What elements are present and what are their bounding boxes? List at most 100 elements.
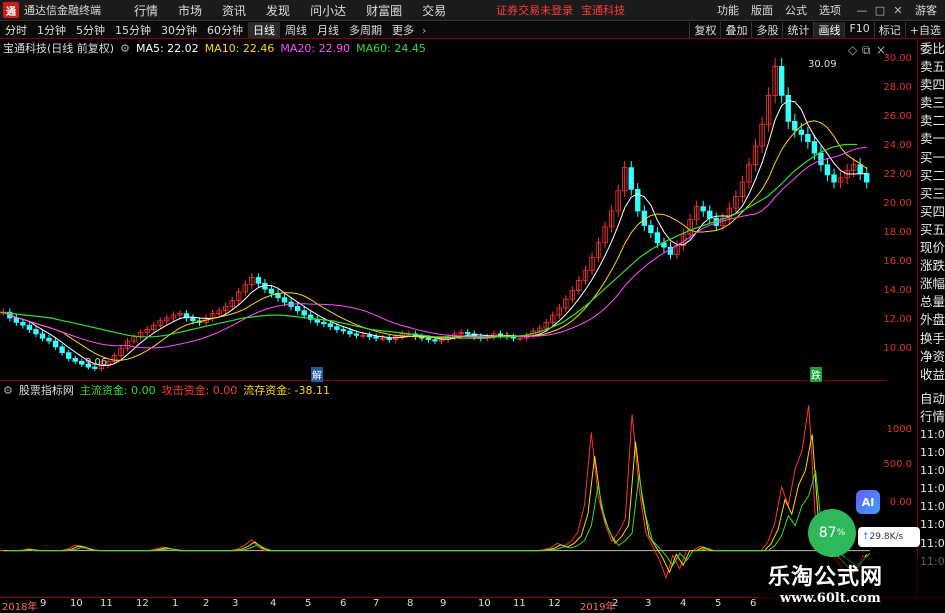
sidebar-label[interactable]: 净资: [918, 348, 945, 366]
tool-mark[interactable]: 标记: [873, 22, 905, 38]
minimize-icon[interactable]: —: [853, 4, 871, 17]
price-tick: 16.00: [883, 256, 912, 267]
tab-1min[interactable]: 1分钟: [32, 22, 71, 38]
sidebar-label[interactable]: 卖三: [918, 94, 945, 112]
price-tick: 12.00: [883, 314, 912, 325]
menu-discover[interactable]: 发现: [256, 2, 300, 19]
main-fund-line: [6, 470, 871, 567]
candle-body: [39, 333, 46, 339]
price-panel[interactable]: 宝通科技(日线 前复权) ⚙ MA5: 22.02 MA10: 22.46 MA…: [0, 40, 887, 382]
sidebar-label[interactable]: 现价: [918, 239, 945, 257]
tool-add-watchlist[interactable]: +自选: [904, 22, 945, 38]
sidebar-label[interactable]: 卖四: [918, 76, 945, 94]
indicator-panel[interactable]: ⚙ 股票指标网 主流资金: 0.00 攻击资金: 0.00 流存资金: -38.…: [0, 382, 887, 597]
menu-functions[interactable]: 功能: [711, 2, 745, 18]
tab-5min[interactable]: 5分钟: [71, 22, 110, 38]
sidebar-label[interactable]: 自动: [918, 390, 945, 408]
title-stock-name: 宝通科技: [581, 4, 626, 17]
sidebar-label[interactable]: 买一: [918, 149, 945, 167]
sidebar-label[interactable]: 买五: [918, 221, 945, 239]
trade-time: 11:02: [920, 500, 945, 514]
trade-time: 11:01: [920, 464, 945, 478]
tool-statistics[interactable]: 统计: [782, 22, 813, 38]
time-tick: 2: [203, 598, 210, 609]
performance-gauge[interactable]: 87%: [808, 509, 856, 557]
candle-body: [779, 66, 785, 96]
sidebar-label[interactable]: 收益: [918, 366, 945, 384]
sidebar-label[interactable]: 卖二: [918, 112, 945, 130]
menu-options[interactable]: 选项: [813, 2, 847, 18]
time-tick: 10: [478, 598, 491, 609]
sidebar-label[interactable]: 外盘: [918, 311, 945, 329]
price-tick: 24.00: [883, 140, 912, 151]
sidebar-label[interactable]: 总量: [918, 293, 945, 311]
menu-layout[interactable]: 版面: [745, 2, 779, 18]
candle-body: [190, 317, 196, 322]
chevron-right-icon[interactable]: ›: [419, 24, 429, 37]
tab-30min[interactable]: 30分钟: [156, 22, 202, 38]
menu-quotes[interactable]: 行情: [124, 2, 168, 19]
candle-body: [373, 336, 379, 339]
sidebar-label[interactable]: 买二: [918, 167, 945, 185]
time-tick: 8: [407, 598, 414, 609]
sidebar-label[interactable]: 委比: [918, 40, 945, 58]
candle-body: [432, 339, 438, 342]
menu-trade[interactable]: 交易: [412, 2, 456, 19]
menu-market[interactable]: 市场: [168, 2, 212, 19]
marker-unlock[interactable]: 解: [311, 367, 323, 382]
menu-news[interactable]: 资讯: [212, 2, 256, 19]
tab-more[interactable]: 更多: [387, 22, 419, 38]
marker-drop[interactable]: 跌: [810, 367, 822, 382]
candle-body: [72, 358, 78, 362]
candle-body: [635, 188, 641, 212]
candle-body: [628, 167, 634, 190]
tab-monthly[interactable]: 月线: [312, 22, 344, 38]
sidebar-label[interactable]: 卖一: [918, 130, 945, 148]
network-speed: 29.8K/s: [869, 532, 904, 542]
ai-assistant-button[interactable]: AI: [856, 490, 880, 514]
right-menu: 功能 版面 公式 选项: [711, 2, 847, 18]
tab-weekly[interactable]: 周线: [280, 22, 312, 38]
tab-60min[interactable]: 60分钟: [202, 22, 248, 38]
candle-body: [792, 120, 798, 131]
sidebar-label[interactable]: 换手: [918, 330, 945, 348]
time-tick: 11: [513, 598, 526, 609]
menu-formula[interactable]: 公式: [779, 2, 813, 18]
candle-body: [353, 333, 360, 336]
attack-fund-line: [0, 405, 864, 580]
menu-wealth[interactable]: 财富圈: [356, 2, 412, 19]
tool-f10[interactable]: F10: [844, 22, 873, 38]
tab-intraday[interactable]: 分时: [0, 22, 32, 38]
close-icon[interactable]: ✕: [889, 4, 907, 17]
tool-overlay[interactable]: 叠加: [720, 22, 751, 38]
tab-multi-period[interactable]: 多周期: [344, 22, 387, 38]
price-tick: 30.00: [883, 53, 912, 64]
candlestick-chart[interactable]: [0, 40, 887, 381]
sidebar-label[interactable]: 买四: [918, 203, 945, 221]
indicator-chart[interactable]: [0, 382, 887, 597]
guest-user[interactable]: 游客: [915, 2, 937, 18]
tab-15min[interactable]: 15分钟: [110, 22, 156, 38]
sidebar-label[interactable]: 卖五: [918, 58, 945, 76]
maximize-icon[interactable]: □: [871, 4, 889, 17]
ma5-line: [3, 100, 867, 366]
candle-body: [824, 164, 831, 176]
time-tick: 9: [440, 598, 447, 609]
sidebar-label[interactable]: 行情: [918, 408, 945, 426]
tool-multi-stock[interactable]: 多股: [751, 22, 782, 38]
tab-daily[interactable]: 日线: [248, 22, 280, 38]
candle-body: [654, 232, 661, 244]
candle-body: [268, 288, 275, 294]
quote-sidebar: 委比 卖五 卖四 卖三 卖二 卖一 买一 买二 买三 买四 买五 现价 涨跌 涨…: [917, 40, 945, 597]
menu-assistant[interactable]: 问小达: [300, 2, 356, 19]
sidebar-label[interactable]: 涨幅: [918, 275, 945, 293]
price-tick: 22.00: [883, 169, 912, 180]
sidebar-label[interactable]: 买三: [918, 185, 945, 203]
tool-draw-line[interactable]: 画线: [813, 22, 845, 38]
candle-body: [347, 330, 353, 335]
sidebar-label[interactable]: 涨跌: [918, 257, 945, 275]
login-notice[interactable]: 证券交易未登录: [496, 2, 573, 18]
tool-adjust[interactable]: 复权: [689, 22, 720, 38]
candle-body: [281, 297, 288, 303]
candle-body: [425, 337, 432, 341]
